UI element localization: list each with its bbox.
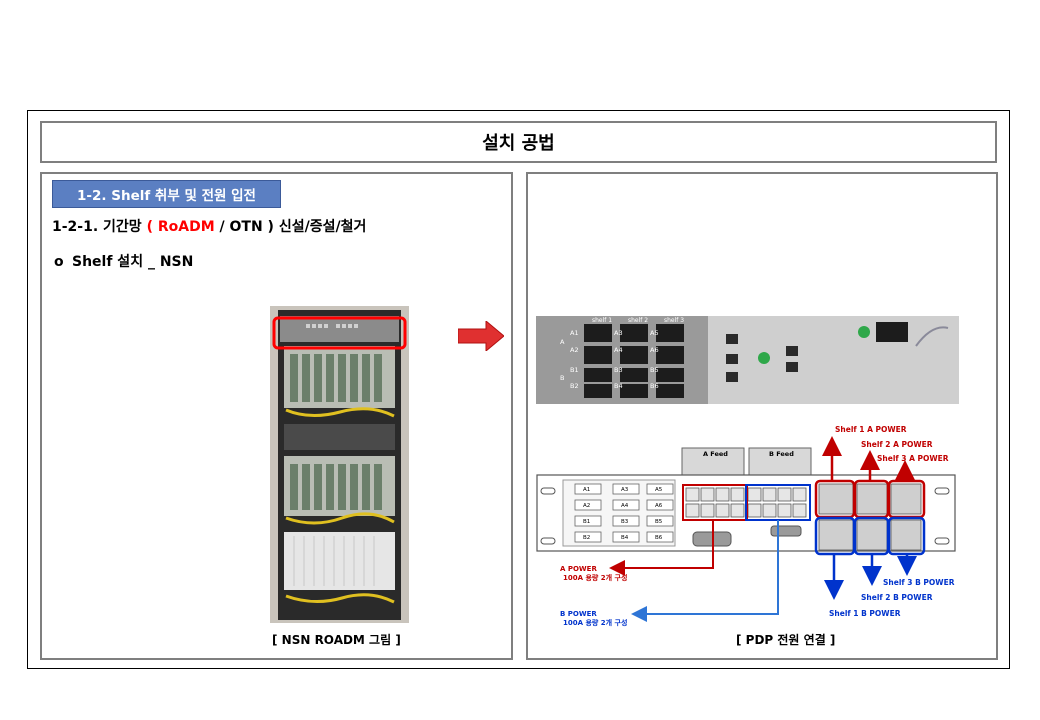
shelf3-a-power-label: Shelf 3 A POWER (877, 454, 949, 463)
sub-heading-prefix: 1-2-1. 기간망 (52, 219, 147, 235)
pdp-breaker-b1: B1 (583, 519, 590, 525)
right-arrow-icon (458, 321, 504, 351)
pdp-breaker-a2: A2 (583, 503, 590, 509)
pdp-breaker-b5: B5 (655, 519, 663, 525)
feed-label-a: A Feed (703, 450, 728, 458)
section-tag: 1-2. Shelf 취부 및 전원 입전 (52, 180, 281, 208)
shelf2-b-power-label: Shelf 2 B POWER (861, 593, 933, 602)
breaker-b1: B1 (570, 366, 579, 374)
shelf-label-3: shelf 3 (664, 317, 684, 324)
shelf2-a-power-label: Shelf 2 A POWER (861, 440, 933, 449)
shelf1-b-power-label: Shelf 1 B POWER (829, 609, 901, 618)
shelf1-a-power-label: Shelf 1 A POWER (835, 425, 907, 434)
a-power-note: 100A 용량 2개 구성 (563, 573, 627, 582)
pdp-breaker-a5: A5 (655, 487, 663, 493)
shelf-front-panel: shelf 1 shelf 2 shelf 3 A1 A3 A5 A2 A4 A… (536, 316, 959, 404)
feed-letter-b: B (560, 374, 564, 382)
pdp-caption: [ PDP 전원 연결 ] (736, 633, 836, 647)
breaker-b6: B6 (650, 382, 659, 390)
shelf3-b-power-label: Shelf 3 B POWER (883, 578, 955, 587)
bullet-item: o Shelf 설치 _ NSN (54, 251, 193, 271)
feed-letter-a: A (560, 338, 565, 346)
rack-caption: [ NSN ROADM 그림 ] (272, 633, 401, 647)
bullet-marker: o (54, 254, 64, 270)
shelf-label-1: shelf 1 (592, 317, 612, 324)
sub-heading-rest: / OTN ) 신설/증설/철거 (214, 219, 367, 235)
slide-title: 설치 공법 (40, 121, 997, 163)
pdp-breaker-b2: B2 (583, 535, 590, 541)
breaker-b3: B3 (614, 366, 623, 374)
pdp-breaker-a1: A1 (583, 487, 590, 493)
breaker-a3: A3 (614, 329, 623, 337)
breaker-b4: B4 (614, 382, 623, 390)
pdp-breaker-b6: B6 (655, 535, 663, 541)
pdp-breaker-a4: A4 (621, 503, 629, 509)
breaker-a2: A2 (570, 346, 579, 354)
sub-heading-paren: ( (146, 219, 158, 235)
sub-heading-highlight: RoADM (157, 219, 215, 235)
feed-label-b: B Feed (769, 450, 794, 458)
pdp-breaker-b4: B4 (621, 535, 629, 541)
breaker-b2: B2 (570, 382, 579, 390)
breaker-a6: A6 (650, 346, 659, 354)
sub-heading: 1-2-1. 기간망 ( RoADM / OTN ) 신설/증설/철거 (52, 216, 366, 236)
pdp-breaker-a3: A3 (621, 487, 629, 493)
a-power-label: A POWER (560, 565, 597, 573)
breaker-a4: A4 (614, 346, 623, 354)
b-power-note: 100A 용량 2개 구성 (563, 618, 627, 627)
rack-photo (270, 306, 409, 623)
bullet-text: Shelf 설치 _ NSN (72, 254, 194, 270)
pdp-breaker-a6: A6 (655, 503, 663, 509)
shelf-label-2: shelf 2 (628, 317, 648, 324)
breaker-b5: B5 (650, 366, 659, 374)
pdp-breaker-b3: B3 (621, 519, 629, 525)
breaker-a5: A5 (650, 329, 659, 337)
b-power-label: B POWER (560, 610, 597, 618)
breaker-a1: A1 (570, 329, 579, 337)
pdp-diagram: A Feed B Feed A1 A3 A5 A2 A4 A6 B1 B3 B5… (536, 425, 956, 627)
